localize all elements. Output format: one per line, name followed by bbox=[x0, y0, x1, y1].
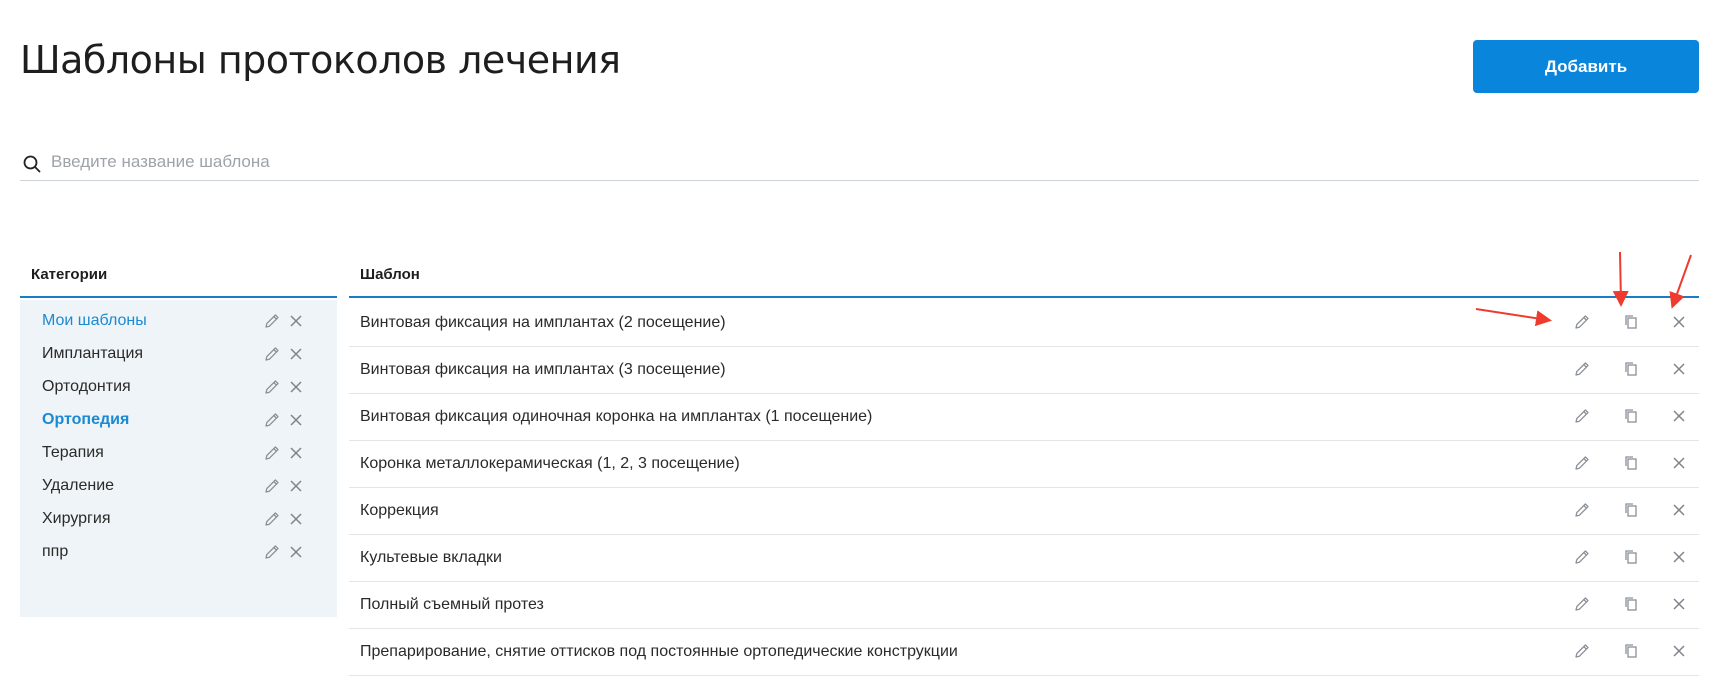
template-edit-pencil-icon[interactable] bbox=[1573, 501, 1591, 519]
template-name[interactable]: Винтовая фиксация на имплантах (2 посеще… bbox=[360, 314, 726, 332]
template-copy-copy-icon[interactable] bbox=[1622, 360, 1640, 378]
category-edit-pencil-icon[interactable] bbox=[263, 411, 281, 429]
category-label[interactable]: Удаление bbox=[42, 477, 114, 495]
template-edit-pencil-icon[interactable] bbox=[1573, 360, 1591, 378]
template-edit-pencil-icon[interactable] bbox=[1573, 642, 1591, 660]
templates-header: Шаблон bbox=[349, 254, 1699, 298]
category-delete-close-icon[interactable] bbox=[287, 312, 305, 330]
category-label[interactable]: Ортодонтия bbox=[42, 378, 131, 396]
category-edit-pencil-icon[interactable] bbox=[263, 477, 281, 495]
category-edit-pencil-icon[interactable] bbox=[263, 510, 281, 528]
template-copy-copy-icon[interactable] bbox=[1622, 454, 1640, 472]
category-label[interactable]: Мои шаблоны bbox=[42, 312, 147, 330]
template-delete-close-icon[interactable] bbox=[1670, 407, 1688, 425]
template-row[interactable]: Культевые вкладки bbox=[349, 535, 1699, 582]
category-edit-pencil-icon[interactable] bbox=[263, 444, 281, 462]
category-item[interactable]: Ортодонтия bbox=[20, 369, 337, 405]
template-edit-pencil-icon[interactable] bbox=[1573, 313, 1591, 331]
category-delete-close-icon[interactable] bbox=[287, 477, 305, 495]
template-delete-close-icon[interactable] bbox=[1670, 313, 1688, 331]
template-copy-copy-icon[interactable] bbox=[1622, 313, 1640, 331]
category-item[interactable]: Терапия bbox=[20, 435, 337, 471]
template-delete-close-icon[interactable] bbox=[1670, 548, 1688, 566]
category-delete-close-icon[interactable] bbox=[287, 444, 305, 462]
categories-header-label: Категории bbox=[31, 266, 108, 283]
category-label[interactable]: Ортопедия bbox=[42, 411, 129, 429]
search-icon bbox=[22, 154, 42, 174]
template-name[interactable]: Винтовая фиксация одиночная коронка на и… bbox=[360, 408, 872, 426]
template-row[interactable]: Препарирование, снятие оттисков под пост… bbox=[349, 629, 1699, 676]
category-delete-close-icon[interactable] bbox=[287, 543, 305, 561]
category-delete-close-icon[interactable] bbox=[287, 345, 305, 363]
template-row[interactable]: Полный съемный протез bbox=[349, 582, 1699, 629]
template-row[interactable]: Коронка металлокерамическая (1, 2, 3 пос… bbox=[349, 441, 1699, 488]
category-item[interactable]: Имплантация bbox=[20, 336, 337, 372]
template-edit-pencil-icon[interactable] bbox=[1573, 595, 1591, 613]
category-label[interactable]: Хирургия bbox=[42, 510, 110, 528]
page: Шаблоны протоколов лечения Добавить Кате… bbox=[0, 0, 1716, 679]
template-edit-pencil-icon[interactable] bbox=[1573, 548, 1591, 566]
category-item[interactable]: ппр bbox=[20, 534, 337, 570]
template-name[interactable]: Винтовая фиксация на имплантах (3 посеще… bbox=[360, 361, 726, 379]
category-delete-close-icon[interactable] bbox=[287, 510, 305, 528]
templates-header-label: Шаблон bbox=[360, 266, 420, 283]
template-delete-close-icon[interactable] bbox=[1670, 642, 1688, 660]
categories-header: Категории bbox=[20, 254, 337, 298]
template-copy-copy-icon[interactable] bbox=[1622, 595, 1640, 613]
category-label[interactable]: ппр bbox=[42, 543, 68, 561]
category-edit-pencil-icon[interactable] bbox=[263, 345, 281, 363]
template-row[interactable]: Винтовая фиксация на имплантах (3 посеще… bbox=[349, 347, 1699, 394]
template-delete-close-icon[interactable] bbox=[1670, 360, 1688, 378]
template-name[interactable]: Культевые вкладки bbox=[360, 549, 502, 567]
template-row[interactable]: Винтовая фиксация на имплантах (2 посеще… bbox=[349, 300, 1699, 347]
category-item[interactable]: Хирургия bbox=[20, 501, 337, 537]
category-item[interactable]: Ортопедия bbox=[20, 402, 337, 438]
template-copy-copy-icon[interactable] bbox=[1622, 407, 1640, 425]
category-delete-close-icon[interactable] bbox=[287, 378, 305, 396]
template-row[interactable]: Коррекция bbox=[349, 488, 1699, 535]
search-input[interactable] bbox=[49, 146, 1653, 178]
template-name[interactable]: Коррекция bbox=[360, 502, 439, 520]
template-delete-close-icon[interactable] bbox=[1670, 501, 1688, 519]
template-name[interactable]: Коронка металлокерамическая (1, 2, 3 пос… bbox=[360, 455, 740, 473]
template-edit-pencil-icon[interactable] bbox=[1573, 454, 1591, 472]
category-label[interactable]: Терапия bbox=[42, 444, 104, 462]
template-copy-copy-icon[interactable] bbox=[1622, 501, 1640, 519]
categories-list: Мои шаблоны Имплантация Ортодонтия Ортопеди… bbox=[20, 300, 337, 617]
category-delete-close-icon[interactable] bbox=[287, 411, 305, 429]
add-button[interactable]: Добавить bbox=[1473, 40, 1699, 93]
search-bar bbox=[20, 146, 1699, 181]
template-edit-pencil-icon[interactable] bbox=[1573, 407, 1591, 425]
template-copy-copy-icon[interactable] bbox=[1622, 642, 1640, 660]
template-name[interactable]: Полный съемный протез bbox=[360, 596, 544, 614]
template-row[interactable]: Винтовая фиксация одиночная коронка на и… bbox=[349, 394, 1699, 441]
template-copy-copy-icon[interactable] bbox=[1622, 548, 1640, 566]
category-item[interactable]: Мои шаблоны bbox=[20, 303, 337, 339]
page-title: Шаблоны протоколов лечения bbox=[20, 38, 621, 82]
category-edit-pencil-icon[interactable] bbox=[263, 378, 281, 396]
category-edit-pencil-icon[interactable] bbox=[263, 543, 281, 561]
template-delete-close-icon[interactable] bbox=[1670, 454, 1688, 472]
category-item[interactable]: Удаление bbox=[20, 468, 337, 504]
category-label[interactable]: Имплантация bbox=[42, 345, 143, 363]
category-edit-pencil-icon[interactable] bbox=[263, 312, 281, 330]
template-delete-close-icon[interactable] bbox=[1670, 595, 1688, 613]
template-name[interactable]: Препарирование, снятие оттисков под пост… bbox=[360, 643, 958, 661]
